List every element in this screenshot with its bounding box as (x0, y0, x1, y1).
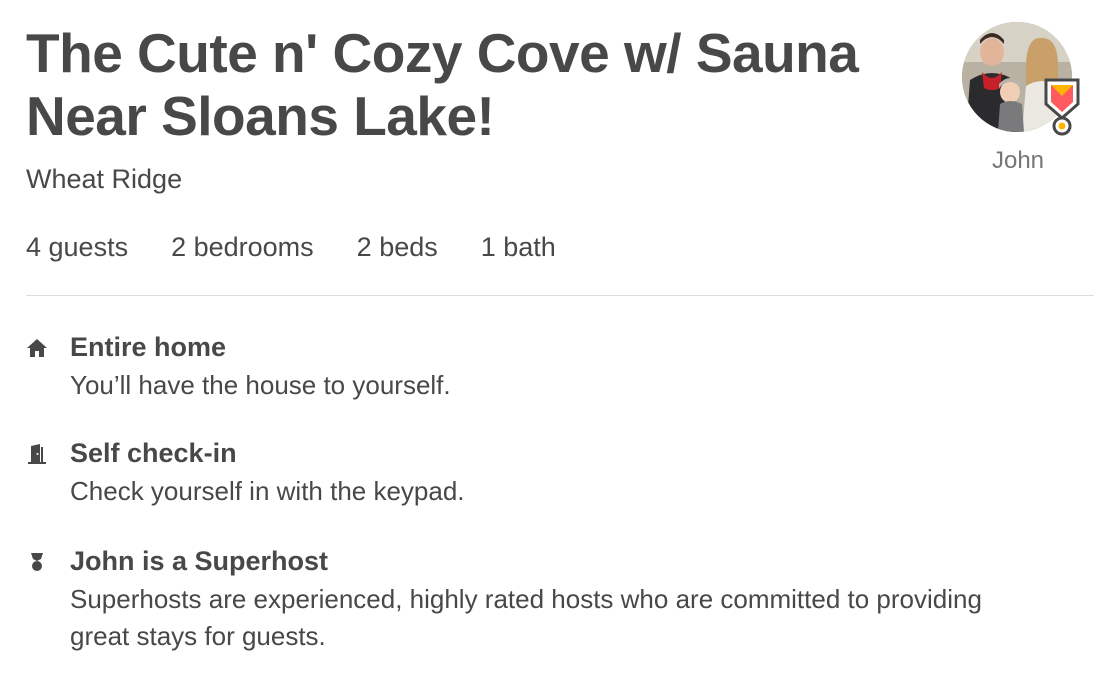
feature-description: Check yourself in with the keypad. (70, 476, 465, 506)
listing-stats: 4 guests 2 bedrooms 2 beds 1 bath (26, 230, 556, 264)
feature-title: John is a Superhost (70, 546, 329, 576)
feature-description: You’ll have the house to yourself. (70, 370, 451, 400)
bedrooms-count: 2 bedrooms (171, 232, 314, 262)
feature-description: Superhosts are experienced, highly rated… (70, 584, 982, 651)
baths-count: 1 bath (480, 232, 556, 262)
medal-icon (31, 553, 43, 571)
host-name[interactable]: John (962, 146, 1074, 176)
door-icon (28, 444, 46, 464)
home-icon (27, 339, 47, 357)
feature-title: Entire home (70, 332, 227, 362)
section-divider (26, 295, 1094, 296)
feature-title: Self check-in (70, 438, 237, 468)
superhost-badge-icon (1044, 78, 1080, 136)
listing-summary: The Cute n' Cozy Cove w/ Sauna Near Sloa… (0, 0, 1108, 688)
beds-count: 2 beds (356, 232, 438, 262)
listing-title: The Cute n' Cozy Cove w/ Sauna Near Sloa… (26, 22, 859, 147)
guests-count: 4 guests (26, 232, 129, 262)
listing-location[interactable]: Wheat Ridge (26, 162, 182, 196)
